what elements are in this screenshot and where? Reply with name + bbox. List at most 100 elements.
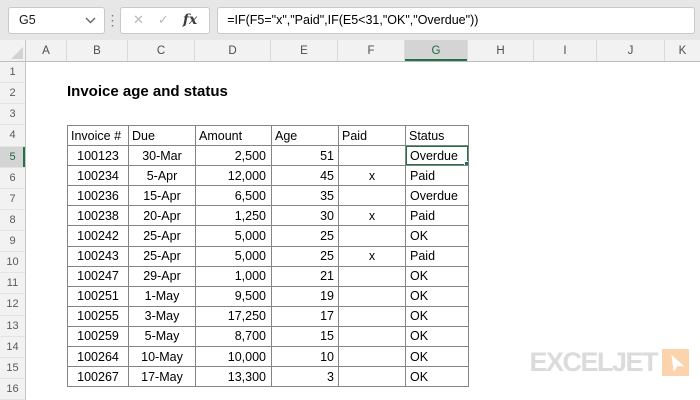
table-cell[interactable]: 100123 bbox=[67, 145, 129, 167]
table-cell[interactable]: 8,700 bbox=[195, 325, 272, 348]
enter-icon[interactable]: ✓ bbox=[158, 12, 169, 28]
table-cell[interactable]: 1-May bbox=[128, 285, 196, 307]
table-cell[interactable]: 100238 bbox=[67, 205, 129, 227]
table-cell[interactable]: 35 bbox=[271, 185, 339, 207]
table-cell[interactable]: OK bbox=[405, 366, 469, 388]
table-cell[interactable]: OK bbox=[405, 265, 469, 287]
table-cell[interactable]: 10,000 bbox=[195, 346, 272, 368]
table-cell[interactable]: 13,300 bbox=[195, 366, 272, 388]
name-box[interactable]: G5 bbox=[8, 6, 105, 34]
table-cell[interactable]: x bbox=[338, 165, 406, 187]
column-header-K[interactable]: K bbox=[665, 40, 700, 61]
table-cell[interactable] bbox=[338, 145, 406, 167]
table-cell[interactable]: 29-Apr bbox=[128, 265, 196, 287]
table-cell[interactable]: OK bbox=[405, 285, 469, 307]
table-cell[interactable]: Paid bbox=[405, 205, 469, 227]
table-cell[interactable] bbox=[338, 265, 406, 287]
row-header-12[interactable]: 12 bbox=[0, 294, 25, 316]
column-header-G[interactable]: G bbox=[405, 40, 468, 61]
table-cell[interactable]: 6,500 bbox=[195, 185, 272, 207]
formula-input[interactable]: =IF(F5="x","Paid",IF(E5<31,"OK","Overdue… bbox=[217, 6, 695, 34]
table-cell[interactable]: 3 bbox=[271, 366, 339, 388]
formula-bar-drag-handle-icon[interactable]: ⋮ bbox=[105, 13, 120, 27]
column-header-B[interactable]: B bbox=[67, 40, 128, 61]
table-cell[interactable]: 100242 bbox=[67, 225, 129, 247]
table-cell[interactable]: 100247 bbox=[67, 265, 129, 287]
column-header-F[interactable]: F bbox=[338, 40, 405, 61]
row-header-4[interactable]: 4 bbox=[0, 125, 25, 147]
table-cell[interactable] bbox=[338, 346, 406, 368]
row-header-3[interactable]: 3 bbox=[0, 104, 25, 126]
table-cell[interactable] bbox=[338, 185, 406, 207]
table-header-status[interactable]: Status bbox=[405, 124, 469, 147]
table-cell[interactable]: 100267 bbox=[67, 366, 129, 388]
table-cell[interactable]: x bbox=[338, 205, 406, 227]
column-header-J[interactable]: J bbox=[597, 40, 665, 61]
table-cell[interactable]: OK bbox=[405, 325, 469, 348]
column-header-I[interactable]: I bbox=[534, 40, 597, 61]
row-header-7[interactable]: 7 bbox=[0, 189, 25, 210]
table-cell[interactable]: Paid bbox=[405, 165, 469, 187]
table-cell[interactable]: 12,000 bbox=[195, 165, 272, 187]
row-header-13[interactable]: 13 bbox=[0, 316, 25, 337]
table-cell[interactable]: 17 bbox=[271, 305, 339, 327]
table-cell[interactable]: 2,500 bbox=[195, 145, 272, 167]
table-cell[interactable]: Paid bbox=[405, 245, 469, 267]
table-cell[interactable]: 9,500 bbox=[195, 285, 272, 307]
table-cell[interactable]: 20-Apr bbox=[128, 205, 196, 227]
table-cell[interactable]: 30 bbox=[271, 205, 339, 227]
table-cell[interactable]: 21 bbox=[271, 265, 339, 287]
table-cell[interactable]: 25 bbox=[271, 245, 339, 267]
table-cell[interactable]: 100236 bbox=[67, 185, 129, 207]
table-cell[interactable]: 25-Apr bbox=[128, 225, 196, 247]
table-cell[interactable]: OK bbox=[405, 346, 469, 368]
table-cell[interactable]: 5-May bbox=[128, 325, 196, 348]
table-cell[interactable]: 3-May bbox=[128, 305, 196, 327]
column-header-E[interactable]: E bbox=[271, 40, 338, 61]
table-header-amount[interactable]: Amount bbox=[195, 124, 272, 147]
table-cell[interactable] bbox=[338, 305, 406, 327]
select-all-button[interactable] bbox=[0, 40, 26, 61]
column-header-H[interactable]: H bbox=[468, 40, 534, 61]
row-header-9[interactable]: 9 bbox=[0, 231, 25, 253]
table-header-age[interactable]: Age bbox=[271, 124, 339, 147]
column-header-C[interactable]: C bbox=[128, 40, 195, 61]
row-header-11[interactable]: 11 bbox=[0, 273, 25, 295]
row-header-6[interactable]: 6 bbox=[0, 168, 25, 189]
table-cell[interactable]: 5,000 bbox=[195, 245, 272, 267]
table-cell[interactable]: OK bbox=[405, 225, 469, 247]
table-cell[interactable]: 100255 bbox=[67, 305, 129, 327]
column-header-D[interactable]: D bbox=[195, 40, 271, 61]
table-header-due[interactable]: Due bbox=[128, 124, 196, 147]
row-header-2[interactable]: 2 bbox=[0, 83, 25, 105]
table-cell[interactable]: 30-Mar bbox=[128, 145, 196, 167]
table-cell[interactable]: OK bbox=[405, 305, 469, 327]
table-cell[interactable]: 100251 bbox=[67, 285, 129, 307]
table-header-paid[interactable]: Paid bbox=[338, 124, 406, 147]
table-header-invoice-[interactable]: Invoice # bbox=[67, 124, 129, 147]
row-header-1[interactable]: 1 bbox=[0, 62, 25, 84]
table-cell[interactable]: x bbox=[338, 245, 406, 267]
selected-cell-G5[interactable]: Overdue bbox=[405, 145, 469, 167]
table-cell[interactable]: 100264 bbox=[67, 346, 129, 368]
table-cell[interactable]: 1,250 bbox=[195, 205, 272, 227]
table-cell[interactable]: 19 bbox=[271, 285, 339, 307]
table-cell[interactable]: 17,250 bbox=[195, 305, 272, 327]
row-header-16[interactable]: 16 bbox=[0, 379, 25, 400]
row-header-14[interactable]: 14 bbox=[0, 337, 25, 358]
table-cell[interactable]: 100243 bbox=[67, 245, 129, 267]
table-cell[interactable]: 1,000 bbox=[195, 265, 272, 287]
table-cell[interactable]: 5,000 bbox=[195, 225, 272, 247]
table-cell[interactable]: 10 bbox=[271, 346, 339, 368]
table-cell[interactable]: 5-Apr bbox=[128, 165, 196, 187]
table-cell[interactable]: Overdue bbox=[405, 185, 469, 207]
row-header-8[interactable]: 8 bbox=[0, 210, 25, 231]
cancel-icon[interactable]: ✕ bbox=[133, 12, 144, 28]
table-cell[interactable] bbox=[338, 325, 406, 348]
table-cell[interactable]: 17-May bbox=[128, 366, 196, 388]
table-cell[interactable]: 15-Apr bbox=[128, 185, 196, 207]
table-cell[interactable] bbox=[338, 285, 406, 307]
table-cell[interactable]: 15 bbox=[271, 325, 339, 348]
table-cell[interactable] bbox=[338, 225, 406, 247]
table-cell[interactable]: 45 bbox=[271, 165, 339, 187]
